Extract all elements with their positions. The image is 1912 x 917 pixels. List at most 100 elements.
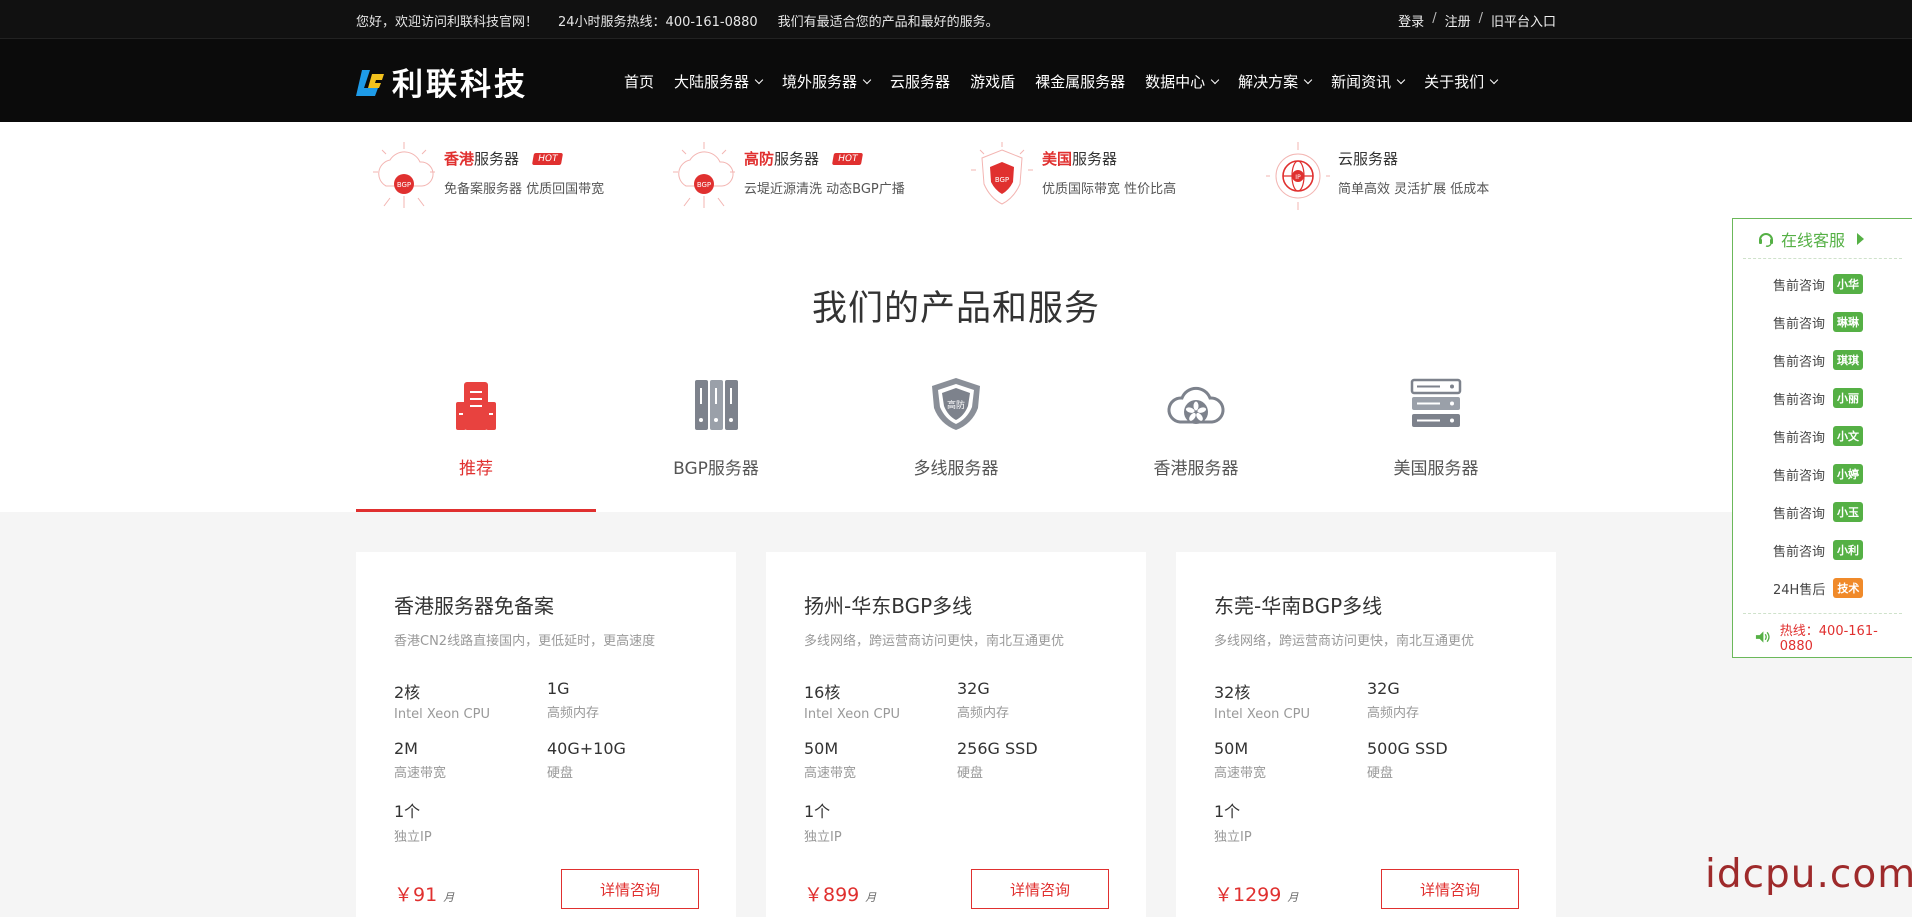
nav-item-data-center[interactable]: 数据中心 — [1145, 71, 1220, 92]
nav-item-news[interactable]: 新闻资讯 — [1331, 71, 1406, 92]
globe-ip-icon: IP — [1266, 142, 1330, 210]
feature-text: 云服务器 简单高效 灵活扩展 低成本 — [1338, 148, 1489, 197]
products-section: 我们的产品和服务 推荐 BGP服务器 高防 多线服务器 香港服务器 美国服务器 — [0, 226, 1912, 512]
agent-badge: 琳琳 — [1833, 312, 1864, 332]
tab-recommended[interactable]: 推荐 — [356, 374, 596, 512]
feature-us-server[interactable]: BGP 美国 服务器 优质国际带宽 性价比高 — [970, 140, 1176, 210]
spec-label: Intel Xeon CPU — [1214, 707, 1310, 722]
separator: / — [1432, 11, 1437, 26]
nav-item-home[interactable]: 首页 — [624, 71, 654, 92]
price-unit: 月 — [1287, 891, 1299, 904]
feature-text: 高防 服务器 HOT 云堤近源清洗 动态BGP广播 — [744, 148, 905, 197]
consult-button[interactable]: 详情咨询 — [971, 869, 1109, 909]
old-platform-link[interactable]: 旧平台入口 — [1491, 11, 1556, 30]
service-row[interactable]: 售前咨询 小利 — [1733, 531, 1912, 569]
spec-grid: 32核 Intel Xeon CPU 32G 高频内存 50M 高速带宽 500G S… — [1214, 679, 1518, 845]
agent-badge: 技术 — [1833, 578, 1864, 598]
service-row[interactable]: 售前咨询 琪琪 — [1733, 341, 1912, 379]
service-row[interactable]: 售前咨询 小婷 — [1733, 455, 1912, 493]
nav-item-label: 数据中心 — [1145, 73, 1206, 91]
nav-item-overseas-servers[interactable]: 境外服务器 — [782, 71, 872, 92]
tab-hk-servers[interactable]: 香港服务器 — [1076, 374, 1316, 512]
play-arrow-icon — [1857, 232, 1865, 245]
server-rack-icon — [456, 382, 496, 430]
agent-badge: 小丽 — [1833, 388, 1864, 408]
service-label: 24H售后 — [1773, 582, 1826, 598]
service-label: 售前咨询 — [1773, 316, 1826, 332]
spec-ip: 1个 独立IP — [804, 798, 957, 845]
spec-value: 32G — [1367, 679, 1400, 698]
price-value: ￥899 — [804, 884, 860, 906]
spec-memory: 32G 高频内存 — [957, 679, 1110, 722]
spec-value: 50M — [1214, 739, 1249, 758]
nav-item-mainland-servers[interactable]: 大陆服务器 — [674, 71, 764, 92]
speaker-icon — [1755, 630, 1770, 643]
main-navbar: 利联科技 首页 大陆服务器 境外服务器 云服务器 游戏盾 裸金属服务器 数据中心… — [0, 38, 1912, 122]
hot-badge: HOT — [831, 152, 864, 165]
feature-desc: 优质国际带宽 性价比高 — [1042, 182, 1177, 197]
tab-label: 推荐 — [459, 459, 493, 479]
spec-disk: 500G SSD 硬盘 — [1367, 739, 1520, 781]
consult-button[interactable]: 详情咨询 — [1381, 869, 1519, 909]
service-label: 售前咨询 — [1773, 354, 1826, 370]
tab-bgp-servers[interactable]: BGP服务器 — [596, 374, 836, 512]
feature-hk-server[interactable]: BGP 香港 服务器 HOT 免备案服务器 优质回国带宽 — [372, 140, 604, 210]
feature-title: 美国 服务器 — [1042, 148, 1176, 169]
spec-ip: 1个 独立IP — [394, 798, 547, 845]
spec-disk: 40G+10G 硬盘 — [547, 739, 700, 781]
feature-title: 云服务器 — [1338, 148, 1489, 169]
feature-title-text: 服务器 — [474, 150, 520, 168]
nav-item-game-shield[interactable]: 游戏盾 — [970, 71, 1015, 92]
service-hotline: 热线：400-161-0880 — [1743, 613, 1902, 659]
agent-badge: 琪琪 — [1833, 350, 1864, 370]
register-link[interactable]: 注册 — [1445, 11, 1471, 30]
service-label: 售前咨询 — [1773, 392, 1826, 408]
spec-value: 1个 — [804, 802, 831, 821]
top-bar: 您好，欢迎访问利联科技官网！ 24小时服务热线：400-161-0880 我们有… — [0, 0, 1912, 38]
nav-item-solutions[interactable]: 解决方案 — [1238, 71, 1313, 92]
login-link[interactable]: 登录 — [1398, 11, 1424, 30]
service-row[interactable]: 售前咨询 小玉 — [1733, 493, 1912, 531]
spec-cpu: 32核 Intel Xeon CPU — [1214, 679, 1367, 722]
price-value: ￥1299 — [1214, 884, 1282, 906]
tab-label: 美国服务器 — [1393, 459, 1479, 479]
spec-label: 硬盘 — [1367, 766, 1394, 781]
tab-multiline-servers[interactable]: 高防 多线服务器 — [836, 374, 1076, 512]
service-row[interactable]: 售前咨询 小丽 — [1733, 379, 1912, 417]
agent-badge: 小文 — [1833, 426, 1864, 446]
feature-title-text: 服务器 — [774, 150, 820, 168]
service-header[interactable]: 在线客服 — [1743, 219, 1902, 259]
logo[interactable]: 利联科技 — [356, 59, 528, 104]
service-row[interactable]: 售前咨询 小文 — [1733, 417, 1912, 455]
nav-item-about[interactable]: 关于我们 — [1424, 71, 1499, 92]
nav-item-label: 关于我们 — [1424, 73, 1485, 91]
spec-value: 16核 — [804, 683, 841, 702]
spec-value: 32G — [957, 679, 990, 698]
feature-highlight: 高防 — [744, 150, 775, 168]
feature-icon-text: BGP — [697, 181, 711, 189]
spec-value: 1个 — [1214, 802, 1241, 821]
tab-us-servers[interactable]: 美国服务器 — [1316, 374, 1556, 512]
spec-label: 高速带宽 — [1214, 766, 1267, 781]
spec-label: 硬盘 — [957, 766, 984, 781]
feature-cloud-server[interactable]: IP 云服务器 简单高效 灵活扩展 低成本 — [1266, 140, 1489, 210]
spec-label: 硬盘 — [547, 766, 574, 781]
online-service-panel: 在线客服 售前咨询 小华 售前咨询 琳琳 售前咨询 琪琪 售前咨询 小丽 售前咨询 小文 … — [1732, 218, 1912, 658]
service-row[interactable]: 售前咨询 琳琳 — [1733, 303, 1912, 341]
nav-item-cloud-servers[interactable]: 云服务器 — [890, 71, 950, 92]
feature-ddos-server[interactable]: BGP 高防 服务器 HOT 云堤近源清洗 动态BGP广播 — [672, 140, 905, 210]
tab-label: 多线服务器 — [913, 459, 999, 479]
chevron-down-icon — [1396, 75, 1406, 85]
nav-item-label: 境外服务器 — [782, 73, 858, 91]
nav-item-label: 裸金属服务器 — [1035, 73, 1126, 91]
consult-button[interactable]: 详情咨询 — [561, 869, 699, 909]
service-row[interactable]: 24H售后 技术 — [1733, 569, 1912, 607]
spec-label: 高频内存 — [1367, 706, 1420, 721]
nav-item-bare-metal[interactable]: 裸金属服务器 — [1035, 71, 1125, 92]
chevron-down-icon — [1210, 75, 1220, 85]
chevron-down-icon — [1303, 75, 1313, 85]
spec-memory: 1G 高频内存 — [547, 679, 700, 722]
agent-badge: 小婷 — [1833, 464, 1864, 484]
service-row[interactable]: 售前咨询 小华 — [1733, 265, 1912, 303]
welcome-text: 您好，欢迎访问利联科技官网！ — [356, 15, 539, 30]
